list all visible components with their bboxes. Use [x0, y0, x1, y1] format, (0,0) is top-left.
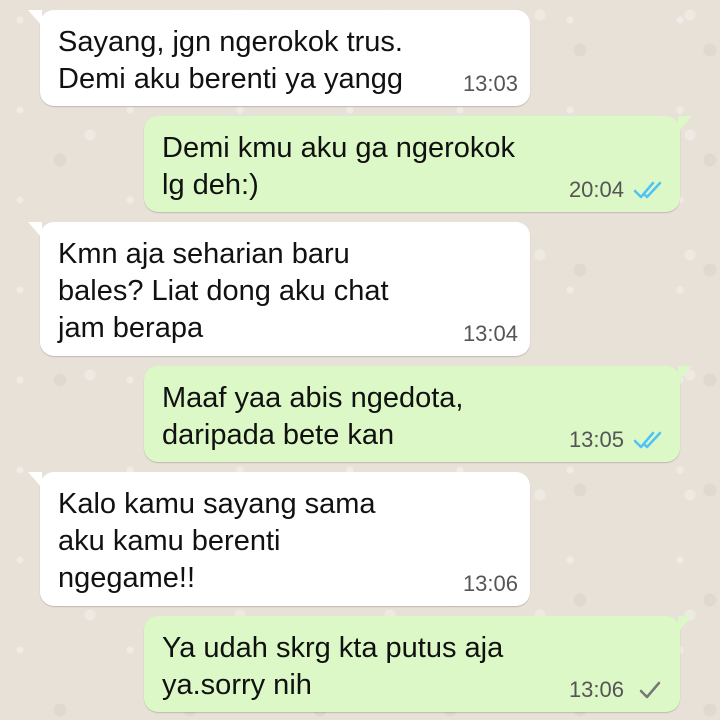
- incoming-message-bubble[interactable]: Sayang, jgn ngerokok trus. Demi aku bere…: [28, 10, 530, 106]
- message-timestamp: 20:04: [568, 177, 624, 202]
- chat-wallpaper: [0, 0, 720, 720]
- message-meta: 13:03: [463, 72, 518, 96]
- message-meta: 13:06: [463, 572, 518, 596]
- message-timestamp: 13:06: [568, 677, 624, 702]
- message-timestamp: 13:05: [568, 427, 624, 452]
- message-meta: 13:04: [463, 322, 518, 346]
- incoming-message-bubble[interactable]: Kalo kamu sayang sama aku kamu berenti n…: [28, 472, 530, 606]
- double-check-read-icon: [633, 431, 662, 449]
- message-timestamp: 13:06: [462, 571, 518, 596]
- message-meta: 13:05: [569, 428, 668, 452]
- outgoing-message-bubble[interactable]: Demi kmu aku ga ngerokok lg deh:) 20:04: [144, 116, 692, 212]
- message-text: Kmn aja seharian baru bales? Liat dong a…: [58, 238, 389, 344]
- message-text: Demi kmu aku ga ngerokok lg deh:): [162, 132, 515, 201]
- outgoing-message-bubble[interactable]: Ya udah skrg kta putus aja ya.sorry nih …: [144, 616, 692, 712]
- message-meta: 13:06: [569, 678, 668, 702]
- message-text: Maaf yaa abis ngedota, daripada bete kan: [162, 382, 464, 451]
- message-timestamp: 13:03: [462, 71, 518, 96]
- message-text: Sayang, jgn ngerokok trus. Demi aku bere…: [58, 26, 403, 95]
- incoming-message-bubble[interactable]: Kmn aja seharian baru bales? Liat dong a…: [28, 222, 530, 356]
- message-text: Ya udah skrg kta putus aja ya.sorry nih: [162, 632, 504, 701]
- message-text: Kalo kamu sayang sama aku kamu berenti n…: [58, 488, 376, 594]
- single-check-sent-icon: [639, 681, 661, 699]
- outgoing-message-bubble[interactable]: Maaf yaa abis ngedota, daripada bete kan…: [144, 366, 692, 462]
- message-meta: 20:04: [569, 178, 668, 202]
- double-check-read-icon: [633, 181, 662, 199]
- message-timestamp: 13:04: [462, 321, 518, 346]
